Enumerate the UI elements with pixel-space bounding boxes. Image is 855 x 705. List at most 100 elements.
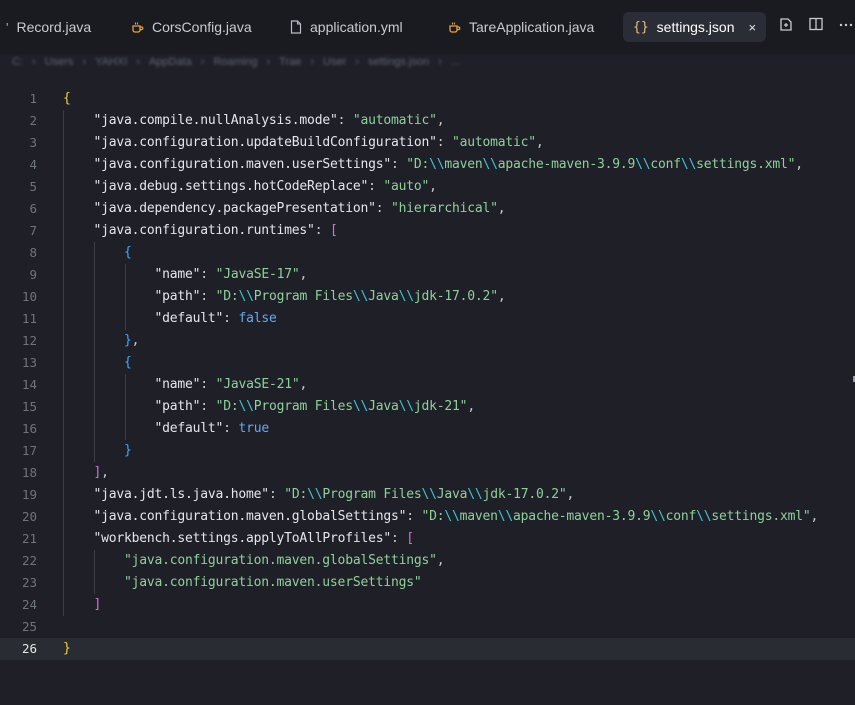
more-icon[interactable]	[837, 16, 855, 35]
line-number: 26	[21, 641, 37, 656]
breadcrumb-segment[interactable]: Trae	[279, 56, 301, 68]
code-editor[interactable]: 1{2 "java.compile.nullAnalysis.mode": "a…	[0, 88, 855, 660]
tab-label: TareApplication.java	[469, 19, 595, 35]
code-token: :	[223, 421, 239, 436]
code-line[interactable]: 6 "java.dependency.packagePresentation":…	[0, 198, 855, 220]
code-line[interactable]: 4 "java.configuration.maven.userSettings…	[0, 154, 855, 176]
code-token: "java.jdt.ls.java.home"	[93, 487, 270, 502]
code-token: "java.configuration.updateBuildConfigura…	[93, 135, 437, 150]
code-token: :	[390, 157, 407, 172]
code-text: }	[63, 638, 71, 660]
breadcrumb-segment[interactable]: Roaming	[213, 56, 257, 68]
code-text: "java.compile.nullAnalysis.mode": "autom…	[63, 110, 445, 132]
breadcrumb-segment[interactable]: Users	[45, 56, 74, 68]
code-token: Program Files	[322, 487, 422, 502]
code-token: {	[124, 355, 132, 370]
breadcrumb-segment[interactable]: AppData	[149, 56, 192, 68]
code-line[interactable]: 20 "java.configuration.maven.globalSetti…	[0, 506, 855, 528]
code-line[interactable]: 15 "path": "D:\\Program Files\\Java\\jdk…	[0, 396, 855, 418]
code-token: Java	[368, 289, 399, 304]
tab-tareapplication-java[interactable]: TareApplication.java	[448, 12, 594, 42]
code-line[interactable]: 24 ]	[0, 594, 855, 616]
code-line[interactable]: 18 ],	[0, 462, 855, 484]
code-line[interactable]: 26}	[0, 638, 855, 660]
tab-corsconfig-java[interactable]: CorsConfig.java	[131, 12, 252, 42]
split-editor-icon[interactable]	[807, 16, 825, 35]
json-icon: {}	[633, 19, 649, 35]
code-token: \\	[497, 509, 514, 524]
code-line[interactable]: 5 "java.debug.settings.hotCodeReplace": …	[0, 176, 855, 198]
code-token: \\	[680, 157, 697, 172]
code-line[interactable]: 11 "default": false	[0, 308, 855, 330]
code-line[interactable]: 10 "path": "D:\\Program Files\\Java\\jdk…	[0, 286, 855, 308]
code-token: \\	[307, 487, 323, 502]
code-token: apache-maven-3.9.9	[513, 509, 651, 524]
code-line[interactable]: 8 {	[0, 242, 855, 264]
code-token: \\	[352, 289, 369, 304]
breadcrumb-segment[interactable]: YAHXI	[95, 56, 127, 68]
line-number: 4	[29, 157, 37, 172]
close-icon[interactable]: ×	[748, 20, 756, 35]
line-number: 22	[21, 553, 37, 568]
breadcrumb-separator: ›	[310, 56, 315, 68]
code-line[interactable]: 22 "java.configuration.maven.globalSetti…	[0, 550, 855, 572]
tab-label: Record.java	[16, 19, 92, 35]
code-text: },	[63, 330, 139, 352]
code-token: maven	[444, 157, 483, 172]
line-number: 17	[21, 443, 37, 458]
code-line[interactable]: 19 "java.jdt.ls.java.home": "D:\\Program…	[0, 484, 855, 506]
breadcrumb-segment[interactable]: C:	[12, 56, 23, 68]
code-line[interactable]: 1{	[0, 88, 855, 110]
code-token: }	[124, 333, 132, 348]
code-token: :	[200, 377, 216, 392]
code-line[interactable]: 13 {	[0, 352, 855, 374]
code-line[interactable]: 23 "java.configuration.maven.userSetting…	[0, 572, 855, 594]
breadcrumb: C: › Users › YAHXI › AppData › Roaming › Trae › User…	[12, 54, 460, 78]
code-text: "name": "JavaSE-17",	[63, 264, 308, 286]
code-token: [	[329, 223, 338, 238]
editor-tab-bar: ' Record.java CorsConfig.java applicatio…	[0, 0, 855, 54]
code-token: \\	[429, 157, 445, 172]
tab-record-java[interactable]: ' Record.java	[6, 12, 91, 42]
tab-label: CorsConfig.java	[152, 19, 252, 35]
code-token: settings.xml"	[696, 157, 796, 172]
code-token: ,	[795, 157, 803, 172]
open-changes-icon[interactable]	[777, 16, 795, 35]
code-line[interactable]: 25	[0, 616, 855, 638]
tab-settings-json[interactable]: {} settings.json ×	[623, 12, 767, 42]
code-line[interactable]: 21 "workbench.settings.applyToAllProfile…	[0, 528, 855, 550]
code-token: "java.debug.settings.hotCodeReplace"	[93, 179, 369, 194]
code-line[interactable]: 7 "java.configuration.runtimes": [	[0, 220, 855, 242]
code-text: {	[63, 88, 71, 110]
code-token: jdk-17.0.2"	[413, 289, 498, 304]
line-number: 5	[29, 179, 37, 194]
line-number: 1	[29, 91, 37, 106]
code-text: "java.configuration.maven.userSettings":…	[63, 154, 804, 176]
code-line[interactable]: 12 },	[0, 330, 855, 352]
java-icon	[448, 21, 461, 34]
code-token: "java.dependency.packagePresentation"	[93, 201, 376, 216]
java-icon	[131, 21, 144, 34]
code-line[interactable]: 9 "name": "JavaSE-17",	[0, 264, 855, 286]
code-token: "D:	[421, 509, 445, 524]
code-token: :	[268, 487, 285, 502]
code-text: "default": false	[63, 308, 277, 330]
code-line[interactable]: 16 "default": true	[0, 418, 855, 440]
code-token: "name"	[154, 267, 201, 282]
tab-application-yml[interactable]: application.yml	[290, 12, 403, 42]
code-token: ]	[93, 465, 102, 480]
code-token: :	[390, 531, 407, 546]
code-line[interactable]: 3 "java.configuration.updateBuildConfigu…	[0, 132, 855, 154]
code-line[interactable]: 2 "java.compile.nullAnalysis.mode": "aut…	[0, 110, 855, 132]
breadcrumb-segment[interactable]: ...	[451, 56, 460, 68]
code-text: "java.configuration.updateBuildConfigura…	[63, 132, 544, 154]
breadcrumb-segment[interactable]: settings.json	[368, 56, 429, 68]
code-line[interactable]: 14 "name": "JavaSE-21",	[0, 374, 855, 396]
code-text: "java.jdt.ls.java.home": "D:\\Program Fi…	[63, 484, 575, 506]
breadcrumb-segment[interactable]: User	[323, 56, 346, 68]
code-text: ]	[63, 594, 102, 616]
code-line[interactable]: 17 }	[0, 440, 855, 462]
code-token: \\	[650, 509, 666, 524]
